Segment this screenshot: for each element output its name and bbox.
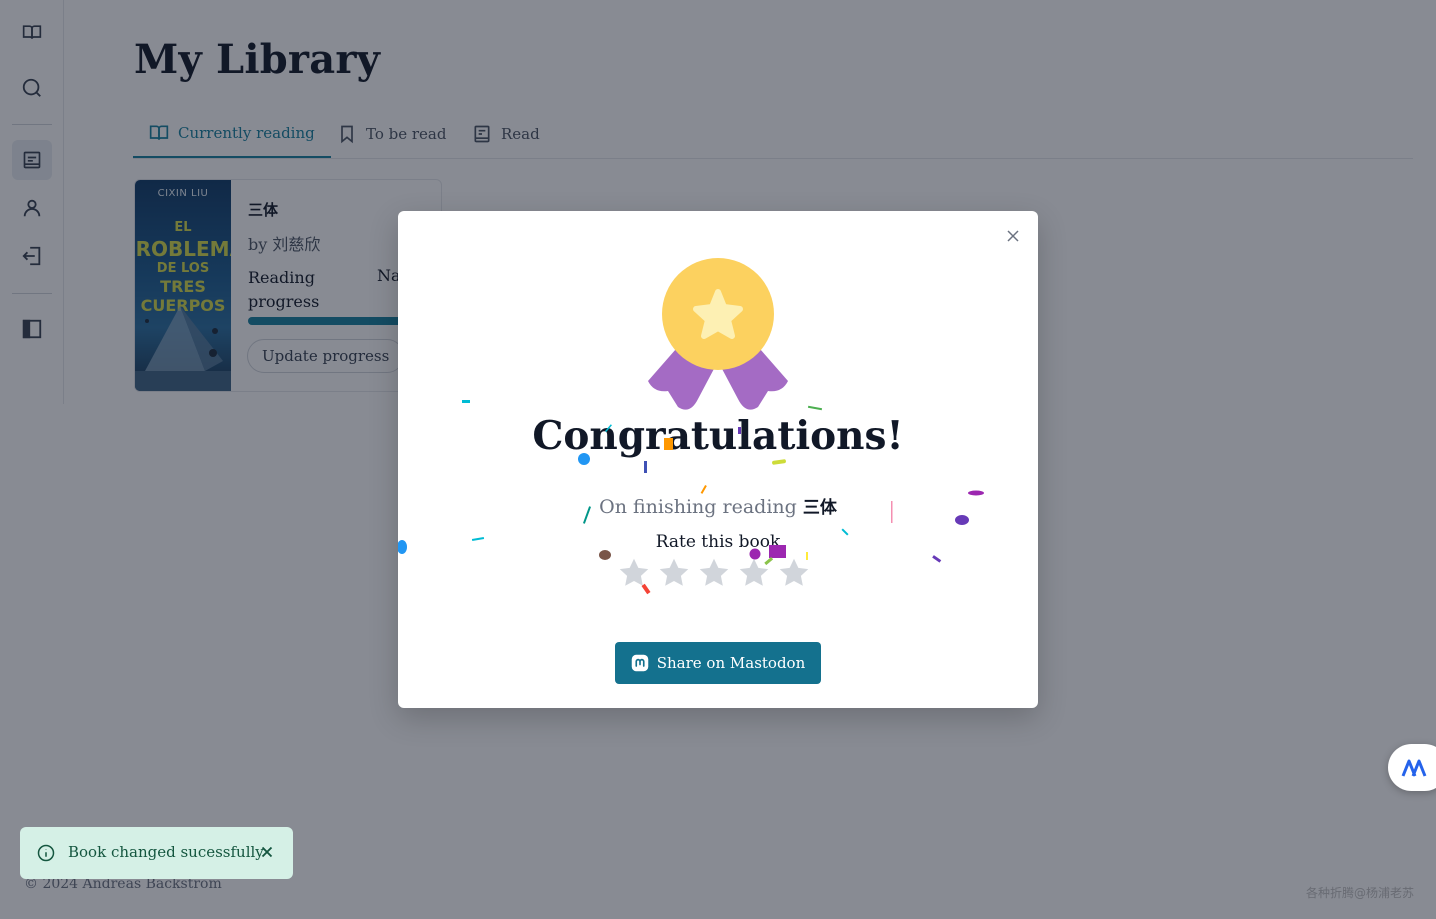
dialog-title: Congratulations!: [532, 413, 904, 459]
share-button-label: Share on Mastodon: [656, 654, 806, 672]
close-icon[interactable]: [1003, 226, 1023, 246]
star-icon[interactable]: [776, 555, 812, 591]
star-icon[interactable]: [656, 555, 692, 591]
medal-icon: [648, 258, 788, 410]
subtitle-prefix: On finishing reading: [599, 496, 797, 518]
star-icon[interactable]: [736, 555, 772, 591]
star-icon[interactable]: [616, 555, 652, 591]
finished-book-title: 三体: [802, 498, 837, 518]
mastodon-icon: [631, 654, 648, 672]
info-icon: [37, 844, 55, 862]
star-icon[interactable]: [696, 555, 732, 591]
floating-assistant-button[interactable]: [1388, 744, 1436, 791]
toast-message: Book changed sucessfully: [68, 843, 264, 861]
congratulations-dialog: Congratulations! On finishing reading 三体…: [398, 211, 1038, 708]
star-rating: [616, 555, 812, 591]
share-on-mastodon-button[interactable]: Share on Mastodon: [615, 642, 821, 684]
close-icon[interactable]: [258, 843, 276, 861]
toast-notification: Book changed sucessfully: [20, 827, 293, 879]
dialog-subtitle: On finishing reading 三体: [398, 493, 1038, 518]
rate-label: Rate this book: [655, 532, 781, 552]
assistant-logo-icon: [1401, 759, 1427, 777]
